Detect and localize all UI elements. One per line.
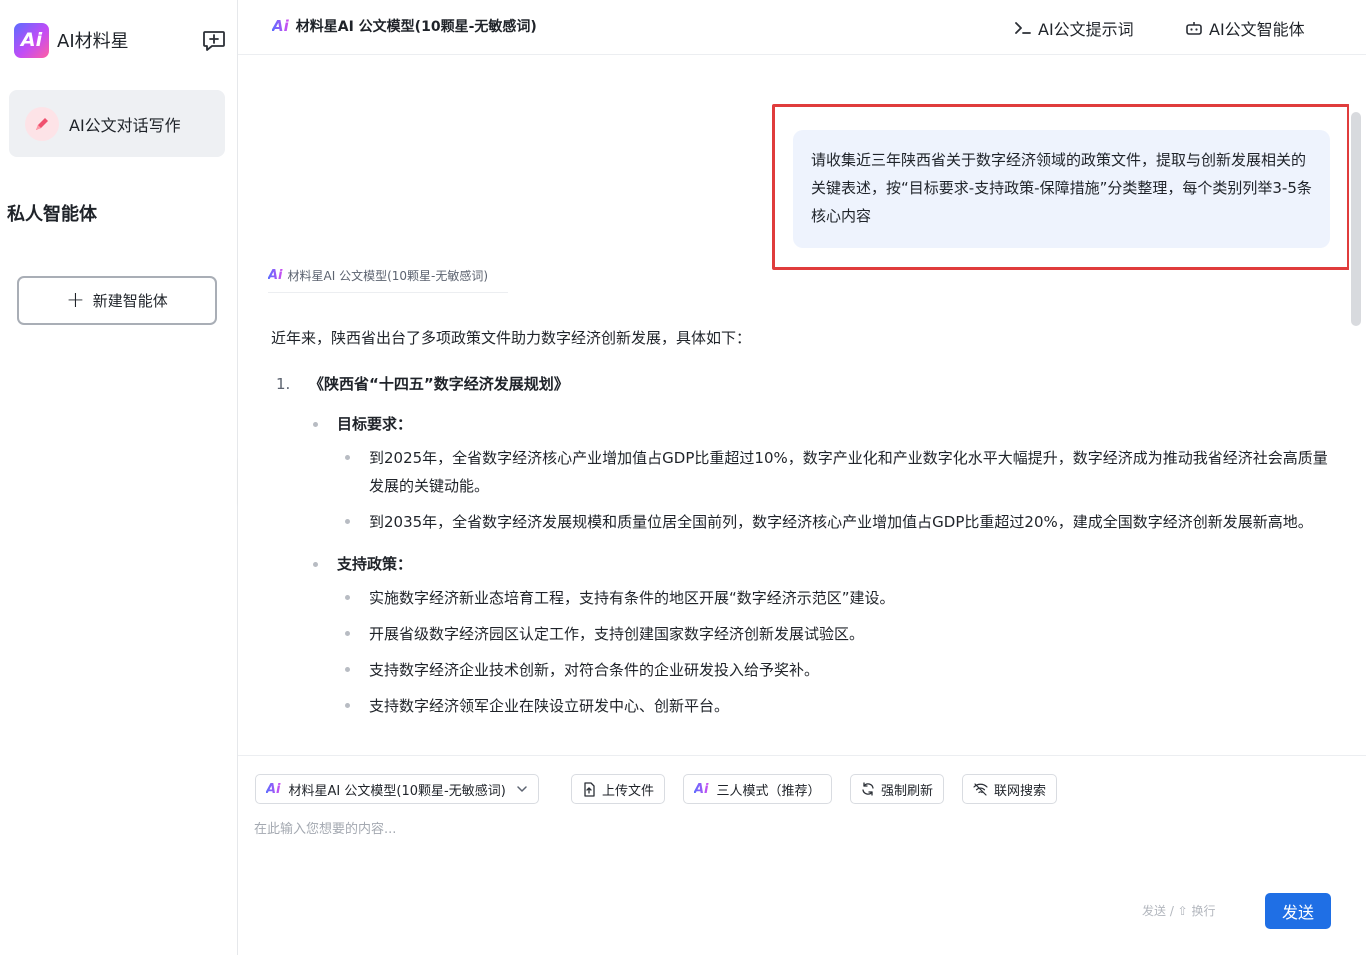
- chat-scrollbar[interactable]: [1351, 112, 1361, 326]
- pen-icon: [25, 106, 59, 141]
- sidebar: Ai AI材料星 AI公文对话写作 私人智能体 + 新建智能体: [0, 0, 238, 955]
- list-item-text: 实施数字经济新业态培育工程，支持有条件的地区开展“数字经济示范区”建设。: [369, 589, 895, 607]
- web-search-button[interactable]: 联网搜索: [962, 774, 1058, 804]
- header-model-name: 材料星AI 公文模型(10颗星-无敏感词): [295, 19, 537, 35]
- bullet-icon: [345, 631, 350, 636]
- new-chat-icon: [203, 31, 225, 51]
- web-search-label: 联网搜索: [994, 783, 1047, 799]
- sidebar-item-label: AI公文对话写作: [69, 115, 181, 135]
- new-chat-button[interactable]: [200, 26, 228, 54]
- composer: Ai 材料星AI 公文模型(10颗星-无敏感词) 上传文件 Ai 三人模式（推荐…: [238, 755, 1366, 955]
- create-agent-label: 新建智能体: [92, 292, 168, 310]
- sidebar-item-ai-writing[interactable]: AI公文对话写作: [9, 90, 225, 157]
- bot-model-label: Ai 材料星AI 公文模型(10颗星-无敏感词): [268, 267, 508, 293]
- terminal-icon: [1014, 20, 1032, 36]
- send-button[interactable]: 发送: [1265, 893, 1331, 929]
- answer-section-title: 1. 《陕西省“十四五”数字经济发展规划》: [271, 372, 1331, 396]
- list-item: 到2025年，全省数字经济核心产业增加值占GDP比重超过10%，数字产业化和产业…: [271, 444, 1331, 500]
- refresh-icon: [861, 782, 875, 796]
- bullet-icon: [345, 667, 350, 672]
- list-item-text: 到2035年，全省数字经济发展规模和质量位居全国前列，数字经济核心产业增加值占G…: [369, 513, 1313, 531]
- upload-icon: [582, 781, 596, 797]
- mode-label: 三人模式（推荐）: [716, 783, 821, 799]
- agents-link-label: AI公文智能体: [1209, 20, 1305, 39]
- ai-logo-icon: Ai: [694, 781, 709, 797]
- list-item-text: 开展省级数字经济园区认定工作，支持创建国家数字经济创新发展试验区。: [369, 625, 865, 643]
- list-item: 支持数字经济企业技术创新，对符合条件的企业研发投入给予奖补。: [271, 656, 1331, 684]
- wifi-off-icon: [973, 782, 988, 796]
- send-hint: 发送 / ⇧ 换行: [1142, 902, 1216, 919]
- ai-logo-icon: Ai: [272, 17, 289, 35]
- list-item-text: 到2025年，全省数字经济核心产业增加值占GDP比重超过10%，数字产业化和产业…: [369, 449, 1328, 495]
- bot-answer: 近年来，陕西省出台了多项政策文件助力数字经济创新发展，具体如下： 1. 《陕西省…: [271, 324, 1331, 720]
- answer-intro: 近年来，陕西省出台了多项政策文件助力数字经济创新发展，具体如下：: [271, 329, 752, 347]
- group-title-text: 目标要求：: [337, 415, 413, 433]
- bullet-icon: [313, 422, 318, 427]
- upload-file-button[interactable]: 上传文件: [571, 774, 666, 804]
- model-select-value: 材料星AI 公文模型(10颗星-无敏感词): [288, 783, 506, 799]
- prompts-link-label: AI公文提示词: [1038, 20, 1134, 39]
- ai-logo-icon: Ai: [266, 781, 281, 797]
- group-title-text: 支持政策：: [337, 555, 413, 573]
- list-item: 到2035年，全省数字经济发展规模和质量位居全国前列，数字经济核心产业增加值占G…: [271, 508, 1331, 536]
- list-item-text: 支持数字经济企业技术创新，对符合条件的企业研发投入给予奖补。: [369, 661, 820, 679]
- bullet-icon: [345, 519, 350, 524]
- force-refresh-button[interactable]: 强制刷新: [850, 774, 945, 804]
- header-model: Ai 材料星AI 公文模型(10颗星-无敏感词): [272, 16, 537, 36]
- brand-name: AI材料星: [57, 31, 129, 52]
- create-agent-button[interactable]: + 新建智能体: [17, 276, 217, 325]
- upload-label: 上传文件: [602, 783, 655, 799]
- bullet-icon: [345, 595, 350, 600]
- list-item: 实施数字经济新业态培育工程，支持有条件的地区开展“数字经济示范区”建设。: [271, 584, 1331, 612]
- user-message: 请收集近三年陕西省关于数字经济领域的政策文件，提取与创新发展相关的关键表述，按“…: [793, 130, 1330, 248]
- model-select[interactable]: Ai 材料星AI 公文模型(10颗星-无敏感词): [255, 774, 539, 804]
- list-item: 支持数字经济领军企业在陕设立研发中心、创新平台。: [271, 692, 1331, 720]
- section-title-text: 《陕西省“十四五”数字经济发展规划》: [309, 375, 569, 393]
- list-item-text: 支持数字经济领军企业在陕设立研发中心、创新平台。: [369, 697, 730, 715]
- prompts-link[interactable]: AI公文提示词: [1014, 16, 1134, 40]
- chevron-down-icon: [516, 785, 528, 793]
- bullet-icon: [313, 562, 318, 567]
- bot-model-name: 材料星AI 公文模型(10颗星-无敏感词): [287, 269, 489, 283]
- robot-icon: [1185, 20, 1203, 36]
- plus-icon: +: [66, 287, 85, 313]
- bullet-icon: [345, 455, 350, 460]
- brand[interactable]: Ai AI材料星: [14, 22, 129, 58]
- top-header: Ai 材料星AI 公文模型(10颗星-无敏感词) AI公文提示词 AI公文智能体: [238, 0, 1366, 55]
- list-item: 开展省级数字经济园区认定工作，支持创建国家数字经济创新发展试验区。: [271, 620, 1331, 648]
- chat-area: 请收集近三年陕西省关于数字经济领域的政策文件，提取与创新发展相关的关键表述，按“…: [238, 56, 1349, 754]
- agents-link[interactable]: AI公文智能体: [1185, 16, 1305, 40]
- ai-logo-icon: Ai: [268, 268, 283, 283]
- send-hint-text: 发送 / ⇧ 换行: [1142, 904, 1216, 918]
- refresh-label: 强制刷新: [881, 783, 934, 799]
- brand-logo: Ai: [14, 22, 49, 58]
- three-person-mode-button[interactable]: Ai 三人模式（推荐）: [683, 774, 832, 804]
- group-title: 目标要求：: [271, 412, 1331, 436]
- bullet-icon: [345, 703, 350, 708]
- group-title: 支持政策：: [271, 552, 1331, 576]
- private-agents-title: 私人智能体: [7, 204, 97, 225]
- section-number: 1.: [276, 375, 291, 393]
